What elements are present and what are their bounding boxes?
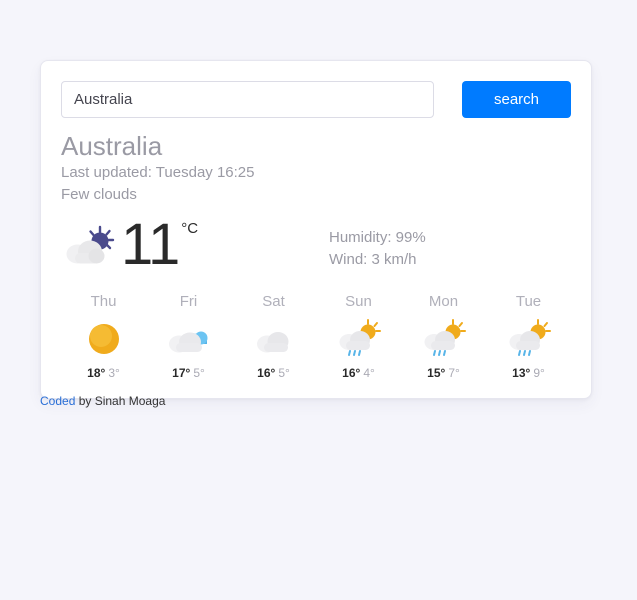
forecast-temp-min: 4° [363,366,375,381]
temperature-display: 11 °C [121,212,199,278]
forecast-day: Fri 17° 5° [146,293,231,380]
forecast-day: Mon 15° 7° [401,293,486,380]
search-input[interactable] [61,81,434,118]
forecast-temp-min: 5° [278,366,290,381]
forecast-temps: 13° 9° [486,366,571,380]
forecast-day-label: Mon [428,293,459,311]
humidity-value: Humidity: 99% [329,229,426,247]
last-updated: Last updated: Tuesday 16:25 [61,163,255,181]
forecast-day-label: Thu [90,293,117,311]
forecast-temp-min: 7° [448,366,460,381]
few-clouds-night-icon [66,225,115,264]
temperature-unit: °C [181,220,199,238]
city-name: Australia [61,131,163,161]
current-details: Humidity: 99% Wind: 3 km/h [329,217,426,271]
forecast-day-label: Sun [345,293,372,311]
weather-description: Few clouds [61,185,137,203]
temperature-value: 11 [121,212,180,278]
forecast-day: Thu 18° 3° [61,293,146,380]
sun-cloud-rain-icon [509,319,551,357]
footer-credit: Coded by Sinah Moaga [40,394,165,408]
forecast-temps: 17° 5° [146,366,231,380]
forecast-temp-max: 13° [512,366,531,381]
sun-cloud-rain-icon [339,319,381,357]
forecast-temps: 18° 3° [61,366,146,380]
forecast-temp-max: 17° [172,366,191,381]
search-button[interactable]: search [462,81,571,118]
search-row: search [61,81,571,118]
forecast-temps: 16° 5° [231,366,316,380]
forecast-temp-min: 5° [193,366,205,381]
forecast-day: Tue 13° 9° [486,293,571,380]
forecast-day-label: Sat [262,293,285,311]
current-temperature-group: 11 °C [61,212,329,278]
weather-card: search Australia Last updated: Tuesday 1… [40,60,592,400]
forecast-day: Sat 16° 5° [231,293,316,380]
forecast-temp-min: 9° [533,366,545,381]
forecast-day-label: Fri [179,293,198,311]
location-block: Australia Last updated: Tuesday 16:25 Fe… [61,131,571,205]
footer-author: by Sinah Moaga [75,394,166,408]
forecast-temp-max: 18° [87,366,106,381]
forecast-temp-max: 16° [257,366,276,381]
forecast-temp-max: 16° [342,366,361,381]
forecast-row: Thu 18° 3° Fri 17° 5° Sat 16° 5° Sun 16°… [61,293,571,380]
forecast-day-label: Tue [515,293,542,311]
cloud-icon [256,332,288,353]
forecast-temps: 15° 7° [401,366,486,380]
coded-link[interactable]: Coded [40,394,75,408]
sun-cloud-rain-icon [424,319,466,357]
forecast-day: Sun 16° 4° [316,293,401,380]
wind-value: Wind: 3 km/h [329,251,417,269]
cloud-sky-icon [168,331,207,353]
current-conditions: 11 °C Humidity: 99% Wind: 3 km/h [61,212,571,279]
forecast-temps: 16° 4° [316,366,401,380]
forecast-temp-min: 3° [108,366,120,381]
weather-app: search Australia Last updated: Tuesday 1… [0,0,637,600]
forecast-temp-max: 15° [427,366,446,381]
clear-sun-icon [88,324,119,355]
